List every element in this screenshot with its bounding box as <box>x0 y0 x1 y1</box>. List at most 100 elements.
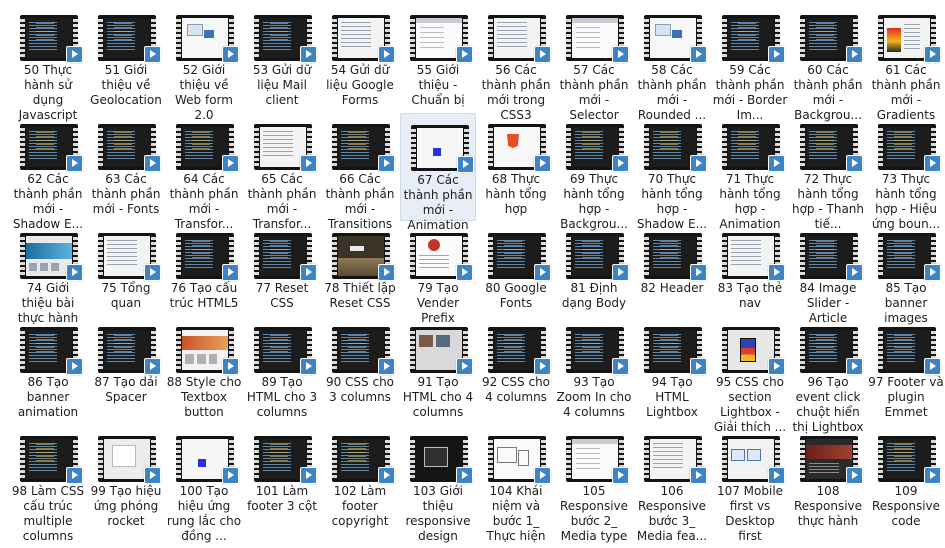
video-file-item[interactable]: 95 CSS cho section Lightbox - Giải thích… <box>712 316 788 434</box>
video-file-item[interactable]: 86 Tạo banner animation <box>10 316 86 424</box>
video-file-item[interactable]: 96 Tạo event click chuột hiển thị Lightb… <box>790 316 866 434</box>
video-file-item[interactable]: 58 Các thành phần mới - Rounded ... <box>634 4 710 122</box>
play-icon <box>612 467 629 484</box>
video-file-item[interactable]: 83 Tạo thẻ nav <box>712 222 788 330</box>
file-name-label: 75 Tổng quan <box>101 281 151 310</box>
video-file-item[interactable]: 98 Làm CSS cấu trúc multiple columns <box>10 425 86 543</box>
film-perforation <box>176 17 181 59</box>
video-file-item[interactable]: 79 Tạo Vender Prefix <box>400 222 476 330</box>
film-perforation <box>332 438 337 480</box>
film-perforation <box>566 126 571 168</box>
video-file-item[interactable]: 56 Các thành phần mới trong CSS3 <box>478 4 554 122</box>
film-perforation <box>644 126 649 168</box>
film-perforation <box>644 329 649 371</box>
film-perforation <box>176 329 181 371</box>
file-name-label: 108 Responsive thực hành <box>793 484 863 528</box>
video-file-item[interactable]: 76 Tạo cấu trúc HTML5 <box>166 222 242 330</box>
file-name-label: 68 Thực hành tổng hợp <box>485 172 547 216</box>
video-file-item[interactable]: 100 Tạo hiệu ứng rung lắc cho đồng ... <box>166 425 242 543</box>
video-file-item[interactable]: 61 Các thành phần mới - Gradients <box>868 4 944 122</box>
video-file-item[interactable]: 90 CSS cho 3 columns <box>322 316 398 424</box>
video-file-item[interactable]: 57 Các thành phần mới - Selector <box>556 4 632 122</box>
film-perforation <box>878 329 883 371</box>
video-file-item[interactable]: 92 CSS cho 4 columns <box>478 316 554 424</box>
video-file-item[interactable]: 108 Responsive thực hành <box>790 425 866 533</box>
video-file-item[interactable]: 94 Tạo HTML Lightbox <box>634 316 710 424</box>
play-icon <box>300 467 317 484</box>
video-file-item[interactable]: 91 Tạo HTML cho 4 columns <box>400 316 476 424</box>
file-name-label: 99 Tạo hiệu ứng phóng rocket <box>90 484 162 528</box>
file-name-label: 51 Giới thiệu về Geolocation <box>90 63 162 107</box>
film-perforation <box>488 438 493 480</box>
video-file-item[interactable]: 107 Mobile first vs Desktop first <box>712 425 788 543</box>
video-file-item[interactable]: 106 Responsive bước 3_ Media fea... <box>634 425 710 543</box>
video-file-item[interactable]: 89 Tạo HTML cho 3 columns <box>244 316 320 424</box>
video-file-item[interactable]: 102 Làm footer copyright <box>322 425 398 533</box>
video-file-item[interactable]: 81 Định dạng Body <box>556 222 632 330</box>
film-perforation <box>20 17 25 59</box>
video-file-item[interactable]: 51 Giới thiệu về Geolocation <box>88 4 164 112</box>
video-file-item[interactable]: 82 Header <box>634 222 710 330</box>
video-file-item[interactable]: 73 Thực hành tổng hợp - Hiệu ứng boun... <box>868 113 944 231</box>
film-perforation <box>332 329 337 371</box>
video-file-item[interactable]: 54 Gửi dữ liệu Google Forms <box>322 4 398 112</box>
video-file-item[interactable]: 75 Tổng quan <box>88 222 164 330</box>
video-file-item[interactable]: 68 Thực hành tổng hợp <box>478 113 554 221</box>
play-icon <box>222 46 239 63</box>
video-file-item[interactable]: 88 Style cho Textbox button <box>166 316 242 424</box>
video-file-item[interactable]: 53 Gửi dữ liệu Mail client <box>244 4 320 112</box>
video-file-item[interactable]: 78 Thiết lập Reset CSS <box>322 222 398 330</box>
play-icon <box>612 46 629 63</box>
video-file-item[interactable]: 80 Google Fonts <box>478 222 554 330</box>
video-file-item[interactable]: 97 Footer và plugin Emmet <box>868 316 944 424</box>
video-file-item[interactable]: 103 Giới thiệu responsive design <box>400 425 476 543</box>
video-file-item[interactable]: 77 Reset CSS <box>244 222 320 330</box>
video-file-item[interactable]: 70 Thực hành tổng hợp - Shadow E... <box>634 113 710 231</box>
video-file-item[interactable]: 87 Tạo dải Spacer <box>88 316 164 424</box>
play-icon <box>378 264 395 281</box>
video-file-item[interactable]: 105 Responsive bước 2_ Media type <box>556 425 632 543</box>
file-name-label: 83 Tạo thẻ nav <box>717 281 783 310</box>
film-perforation <box>878 235 883 277</box>
film-perforation <box>176 438 181 480</box>
video-file-item[interactable]: 59 Các thành phần mới - Border Im... <box>712 4 788 122</box>
video-file-item[interactable]: 101 Làm footer 3 cột <box>244 425 320 533</box>
play-icon <box>66 467 83 484</box>
play-icon <box>768 467 785 484</box>
video-file-item[interactable]: 72 Thực hành tổng hợp - Thanh tiế... <box>790 113 866 231</box>
video-file-item[interactable]: 64 Các thành phần mới - Transfor... <box>166 113 242 231</box>
play-icon <box>144 467 161 484</box>
video-file-item[interactable]: 109 Responsive code <box>868 425 944 533</box>
video-file-item[interactable]: 50 Thực hành sử dụng Javascript <box>10 4 86 122</box>
video-file-item[interactable]: 99 Tạo hiệu ứng phóng rocket <box>88 425 164 533</box>
video-file-item[interactable]: 84 Image Slider - Article <box>790 222 866 330</box>
play-icon <box>222 467 239 484</box>
film-perforation <box>332 126 337 168</box>
video-file-item[interactable]: 104 Khái niệm và bước 1_ Thực hiện <box>478 425 554 543</box>
play-icon <box>612 358 629 375</box>
file-name-label: 90 CSS cho 3 columns <box>325 375 395 404</box>
video-file-item[interactable]: 67 Các thành phần mới - Animation <box>400 113 476 232</box>
film-perforation <box>644 235 649 277</box>
video-file-item[interactable]: 52 Giới thiệu về Web form 2.0 <box>166 4 242 122</box>
file-name-label: 91 Tạo HTML cho 4 columns <box>402 375 474 419</box>
film-perforation <box>254 126 259 168</box>
video-file-item[interactable]: 93 Tạo Zoom In cho 4 columns <box>556 316 632 424</box>
video-file-item[interactable]: 62 Các thành phần mới - Shadow E... <box>10 113 86 231</box>
file-name-label: 105 Responsive bước 2_ Media type <box>559 484 629 543</box>
file-name-label: 98 Làm CSS cấu trúc multiple columns <box>11 484 85 543</box>
video-file-item[interactable]: 60 Các thành phần mới - Backgrou... <box>790 4 866 122</box>
video-file-item[interactable]: 66 Các thành phần mới - Transitions <box>322 113 398 231</box>
play-icon <box>534 467 551 484</box>
video-file-item[interactable]: 74 Giới thiệu bài thực hành <box>10 222 86 330</box>
play-icon <box>846 264 863 281</box>
video-file-item[interactable]: 63 Các thành phần mới - Fonts <box>88 113 164 221</box>
file-name-label: 109 Responsive code <box>871 484 941 528</box>
play-icon <box>144 264 161 281</box>
video-file-item[interactable]: 65 Các thành phần mới - Transfor... <box>244 113 320 231</box>
video-file-item[interactable]: 85 Tạo banner images <box>868 222 944 330</box>
video-file-item[interactable]: 69 Thực hành tổng hợp - Backgrou... <box>556 113 632 231</box>
video-file-item[interactable]: 55 Giới thiệu - Chuẩn bị <box>400 4 476 112</box>
play-icon <box>690 264 707 281</box>
video-file-item[interactable]: 71 Thực hành tổng hợp - Animation <box>712 113 788 231</box>
